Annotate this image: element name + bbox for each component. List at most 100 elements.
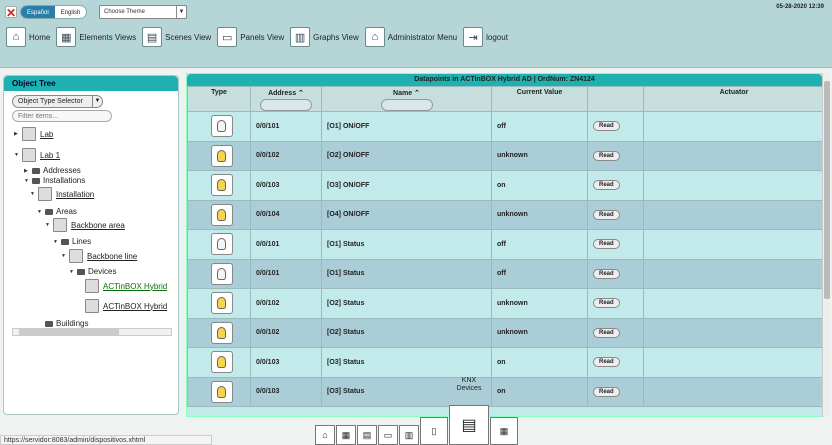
read-cell: Read bbox=[587, 258, 644, 289]
object-tree-title: Object Tree bbox=[4, 76, 178, 91]
tree-node-areas[interactable]: ▼ Areas bbox=[37, 207, 77, 216]
tree-node-device-2[interactable]: ACTinBOX Hybrid bbox=[85, 299, 167, 313]
read-cell: Read bbox=[587, 199, 644, 230]
dock-graphs-icon[interactable]: ▥ bbox=[399, 425, 419, 445]
col-address-label[interactable]: Address ⌃ bbox=[268, 90, 304, 97]
address-filter-input[interactable] bbox=[260, 99, 312, 111]
object-type-selector[interactable]: Object Type Selector ▼ bbox=[12, 95, 103, 108]
address-cell: 0/0/103 bbox=[250, 376, 322, 407]
read-cell: Read bbox=[587, 170, 644, 201]
expand-icon[interactable]: ▶ bbox=[14, 131, 22, 137]
nav-scenes-view[interactable]: ▤ Scenes View bbox=[142, 27, 211, 47]
read-button[interactable]: Read bbox=[593, 180, 620, 191]
nav-graphs-view[interactable]: ▥ Graphs View bbox=[290, 27, 359, 47]
tree-node-backbone-line[interactable]: ▼ Backbone line bbox=[61, 249, 137, 263]
theme-select[interactable]: Choose Theme ▼ bbox=[99, 5, 187, 19]
nav-home-label: Home bbox=[29, 32, 51, 42]
nav-panels-view[interactable]: ▭ Panels View bbox=[217, 27, 284, 47]
tree-node-installation[interactable]: ▼ Installation bbox=[30, 187, 94, 201]
type-cell bbox=[187, 170, 251, 201]
tree-node-backbone-line-label[interactable]: Backbone line bbox=[87, 252, 137, 261]
graphs-icon: ▥ bbox=[290, 27, 311, 47]
tree-node-lab1-label[interactable]: Lab 1 bbox=[40, 151, 60, 160]
logout-icon: ⇥ bbox=[463, 27, 484, 47]
nav-admin-menu[interactable]: ⌂ Administrator Menu bbox=[364, 27, 458, 47]
collapse-icon[interactable]: ▼ bbox=[24, 178, 32, 184]
name-filter-input[interactable] bbox=[380, 99, 433, 111]
expand-icon[interactable]: ▶ bbox=[24, 168, 32, 174]
read-button[interactable]: Read bbox=[593, 121, 620, 132]
tree-node-lab[interactable]: ▶ Lab bbox=[14, 127, 53, 141]
nav-home[interactable]: ⌂ Home bbox=[6, 27, 50, 47]
bulb-icon bbox=[210, 174, 233, 197]
tree-horizontal-scrollbar[interactable] bbox=[12, 328, 172, 336]
col-name[interactable]: Name ⌃ bbox=[321, 86, 492, 112]
dock-home-icon[interactable]: ⌂ bbox=[315, 425, 335, 445]
tree-node-installations[interactable]: ▼ Installations bbox=[24, 176, 85, 185]
tree-node-lab1[interactable]: ▼ Lab 1 bbox=[14, 148, 60, 162]
tree-node-lines[interactable]: ▼ Lines bbox=[53, 237, 91, 246]
collapse-icon[interactable]: ▼ bbox=[53, 239, 61, 245]
read-button[interactable]: Read bbox=[593, 298, 620, 309]
filter-input[interactable] bbox=[12, 110, 112, 122]
nav-elements-label: Elements Views bbox=[79, 32, 137, 42]
read-button[interactable]: Read bbox=[593, 209, 620, 220]
tree-node-devices[interactable]: ▼ Devices bbox=[69, 267, 116, 276]
datapoints-table: Type Address ⌃ Name ⌃ Current Value Actu… bbox=[187, 86, 822, 407]
name-cell: [O1] ON/OFF bbox=[321, 111, 492, 142]
top-header: ✕ Español English Choose Theme ▼ 05-28-20… bbox=[0, 0, 832, 68]
nav-admin-label: Administrator Menu bbox=[387, 32, 458, 42]
collapse-icon[interactable]: ▼ bbox=[45, 222, 53, 228]
name-cell: [O3] ON/OFF bbox=[321, 170, 492, 201]
collapse-icon[interactable]: ▼ bbox=[37, 209, 45, 215]
col-address[interactable]: Address ⌃ bbox=[250, 86, 322, 112]
nav-graphs-label: Graphs View bbox=[313, 32, 359, 42]
dock-tooltip: KNX Devices bbox=[456, 377, 482, 392]
collapse-icon[interactable]: ▼ bbox=[61, 253, 69, 259]
tree-node-backbone-area-label[interactable]: Backbone area bbox=[71, 221, 125, 230]
type-cell bbox=[187, 317, 251, 348]
line-icon bbox=[69, 249, 83, 263]
close-icon[interactable]: ✕ bbox=[5, 6, 17, 19]
tree-node-backbone-area[interactable]: ▼ Backbone area bbox=[45, 218, 125, 232]
col-name-label[interactable]: Name ⌃ bbox=[393, 90, 420, 97]
folder-icon bbox=[45, 208, 53, 215]
read-button[interactable]: Read bbox=[593, 239, 620, 250]
read-button[interactable]: Read bbox=[593, 150, 620, 161]
col-read bbox=[587, 86, 644, 112]
language-switch[interactable]: Español English bbox=[20, 5, 88, 19]
collapse-icon[interactable]: ▼ bbox=[14, 152, 22, 158]
read-button[interactable]: Read bbox=[593, 357, 620, 368]
dock-scenes-icon[interactable]: ▤ bbox=[357, 425, 377, 445]
name-cell: [O4] ON/OFF bbox=[321, 199, 492, 230]
read-button[interactable]: Read bbox=[593, 268, 620, 279]
collapse-icon[interactable]: ▼ bbox=[69, 269, 77, 275]
dock-panels-icon[interactable]: ▭ bbox=[378, 425, 398, 445]
dock-device-icon[interactable]: ▯ bbox=[420, 417, 448, 445]
tree-node-addresses[interactable]: ▶ Addresses bbox=[24, 166, 81, 175]
bulb-icon bbox=[210, 203, 233, 226]
dock-elements-icon[interactable]: ▦ bbox=[336, 425, 356, 445]
table-row: 0/0/103 [O3] Status on Read bbox=[187, 347, 822, 378]
table-row: 0/0/101 [O1] Status off Read bbox=[187, 258, 822, 289]
tree-node-lab-label[interactable]: Lab bbox=[40, 130, 53, 139]
dock-knx-devices-icon[interactable]: ▤ bbox=[449, 405, 489, 445]
tree-node-device-2-label[interactable]: ACTinBOX Hybrid bbox=[103, 302, 167, 311]
collapse-icon[interactable]: ▼ bbox=[30, 191, 38, 197]
lang-es-button[interactable]: Español bbox=[21, 6, 55, 18]
main-vertical-scrollbar[interactable] bbox=[822, 73, 830, 417]
tree-node-buildings[interactable]: Buildings bbox=[45, 319, 88, 328]
lang-en-button[interactable]: English bbox=[55, 6, 87, 18]
tree-node-installation-label[interactable]: Installation bbox=[56, 190, 94, 199]
tree-node-device-1-label[interactable]: ACTinBOX Hybrid bbox=[103, 282, 167, 291]
tree-node-device-1[interactable]: ACTinBOX Hybrid bbox=[85, 279, 167, 293]
read-button[interactable]: Read bbox=[593, 327, 620, 338]
scrollbar-thumb[interactable] bbox=[824, 81, 830, 299]
dock-building-icon[interactable]: ▦ bbox=[490, 417, 518, 445]
bulb-icon bbox=[210, 115, 233, 138]
scrollbar-thumb[interactable] bbox=[19, 329, 119, 335]
nav-elements-views[interactable]: ▦ Elements Views bbox=[56, 27, 136, 47]
read-button[interactable]: Read bbox=[593, 386, 620, 397]
nav-logout[interactable]: ⇥ logout bbox=[463, 27, 508, 47]
home-icon: ⌂ bbox=[6, 27, 26, 47]
